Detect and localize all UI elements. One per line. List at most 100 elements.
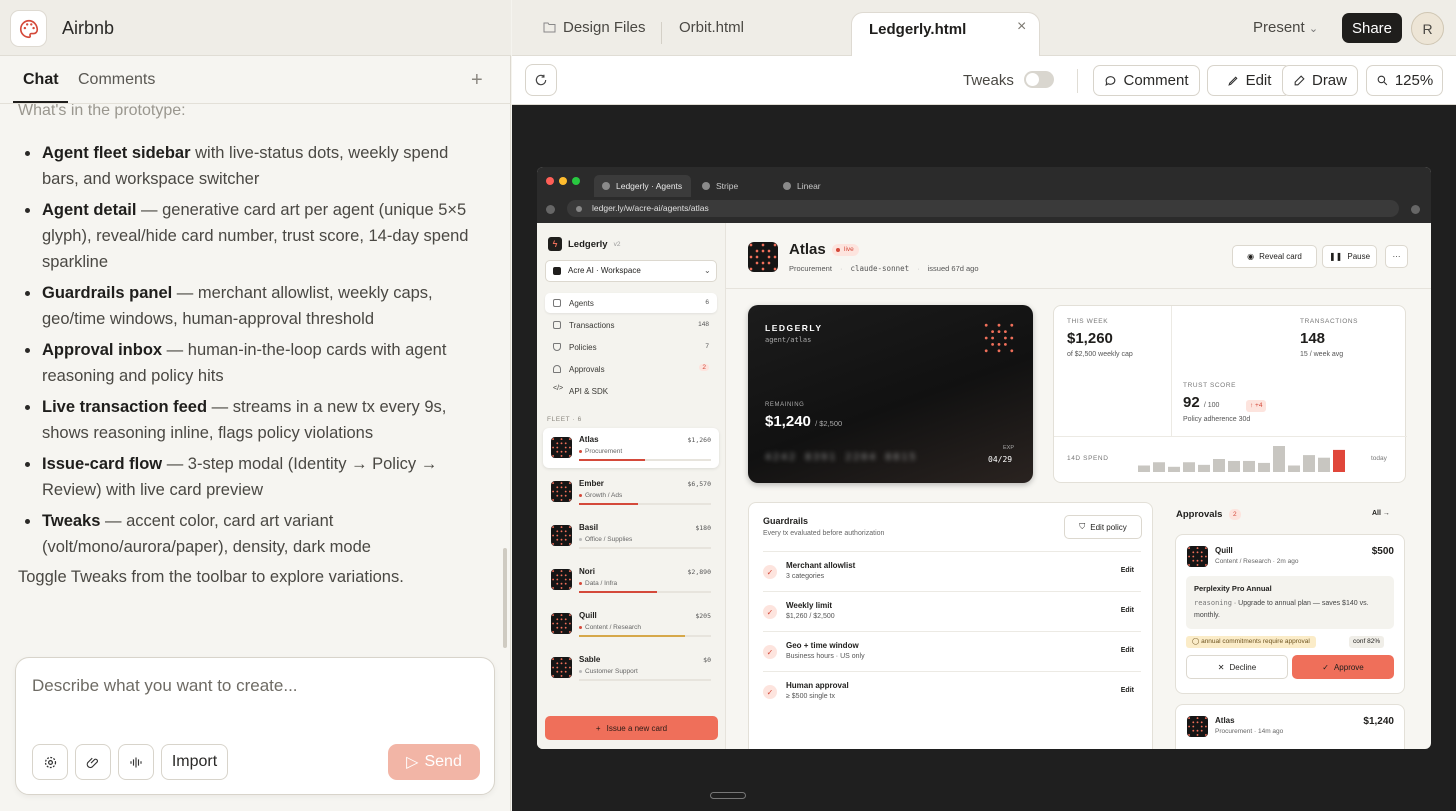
new-tab-plus-icon[interactable]: + [471,69,483,92]
guardrail-edit-link[interactable]: Edit [1121,687,1134,694]
zoom-dot[interactable] [572,177,580,185]
brand-name: Ledgerly [568,238,608,250]
fleet-item-atlas[interactable]: Atlas $1,260 Procurement [543,428,719,468]
fleet-item-sable[interactable]: Sable $0 Customer Support [543,648,719,688]
workspace-switcher[interactable]: Acre AI · Workspace ⌄ [545,260,717,282]
check-icon: ✓ [763,565,777,579]
file-tabs: Design Files Orbit.html Ledgerly.html × … [512,0,1456,57]
browser-tab-linear[interactable]: Linear [783,175,821,197]
edit-button[interactable]: Edit [1207,65,1291,96]
spend-bar-track [579,635,711,637]
guardrails-title: Guardrails [763,516,809,526]
status-dot [579,670,582,673]
tab-label: Ledgerly.html [869,21,967,38]
fleet-agent-category: Content / Research [579,624,641,631]
prompt-input[interactable] [32,676,472,696]
tab-orbit[interactable]: Orbit.html [679,19,744,36]
composer: Import ▷ Send [15,657,495,795]
spend-bar-fill [579,459,645,461]
agent-glyph [551,525,572,546]
fleet-agent-spend: $1,260 [687,436,711,444]
avatar[interactable]: R [1411,12,1444,45]
check-icon: ✓ [763,685,777,699]
browser-tab-stripe[interactable]: Stripe [702,175,738,197]
edit-label: Edit [1245,72,1272,89]
attach-button[interactable] [75,744,111,780]
sidebar-item-agents[interactable]: Agents 6 [545,293,717,313]
close-icon[interactable]: × [1017,18,1026,36]
toggle-knob [1026,73,1039,86]
guardrail-edit-link[interactable]: Edit [1121,567,1134,574]
panel-tabs: Chat Comments + [0,56,511,104]
issue-card-button[interactable]: + Issue a new card [545,716,718,740]
tx-value: 148 [1300,330,1326,347]
spend-bar [1288,465,1300,472]
send-icon: ▷ [406,754,419,771]
decline-button[interactable]: ✕ Decline [1186,655,1288,679]
favicon [602,182,610,190]
browser-tab-ledgerly[interactable]: Ledgerly · Agents [594,175,691,197]
extension-icon[interactable] [1411,205,1420,214]
tweaks-toggle[interactable] [1024,71,1054,88]
agent-glyph [551,657,572,678]
more-button[interactable]: ··· [1385,245,1408,268]
list-item: Agent fleet sidebar with live-status dot… [18,140,488,192]
chat-messages[interactable]: What's in the prototype: Agent fleet sid… [0,104,511,644]
close-dot[interactable] [546,177,554,185]
sidebar-item-policies[interactable]: Policies 7 [545,337,717,357]
nav-count: 148 [698,321,709,328]
approval-agent: Atlas [1215,716,1235,725]
check-icon: ✓ [1322,662,1329,672]
reload-icon [535,74,547,86]
fleet-item-basil[interactable]: Basil $180 Office / Supplies [543,516,719,556]
palette-icon[interactable] [10,10,47,47]
guardrail-edit-link[interactable]: Edit [1121,607,1134,614]
url-bar[interactable]: ledger.ly/w/acre-ai/agents/atlas [567,200,1399,217]
fleet-item-ember[interactable]: Ember $6,570 Growth / Ads [543,472,719,512]
spend-bar [1153,462,1165,472]
present-button[interactable]: Present ⌄ [1253,19,1318,36]
approve-button[interactable]: ✓ Approve [1292,655,1394,679]
reload-button[interactable] [525,64,557,96]
fleet-item-nori[interactable]: Nori $2,890 Data / Infra [543,560,719,600]
guardrail-edit-link[interactable]: Edit [1121,647,1134,654]
sidebar-item-approvals[interactable]: Approvals 2 [545,359,717,379]
send-button[interactable]: ▷ Send [388,744,480,780]
voice-button[interactable] [118,744,154,780]
zoom-button[interactable]: 125% [1366,65,1443,96]
app-sidebar: ϟ Ledgerly v2 Acre AI · Workspace ⌄ Agen… [537,223,726,749]
agent-name: Atlas [789,241,826,258]
edit-policy-button[interactable]: ⛉ Edit policy [1064,515,1142,539]
reveal-card-button[interactable]: ◉ Reveal card [1232,245,1317,268]
chat-scrollbar[interactable] [503,548,507,648]
tab-comments[interactable]: Comments [78,71,155,89]
minimize-dot[interactable] [559,177,567,185]
policy-hit-badge: ◯ annual commitments require approval [1186,636,1316,648]
folder-icon [543,22,556,33]
category-label: Procurement [585,448,623,455]
back-icon[interactable] [546,205,555,214]
draw-button[interactable]: Draw [1282,65,1358,96]
sidebar-item-transactions[interactable]: Transactions 148 [545,315,717,335]
import-button[interactable]: Import [161,744,228,780]
settings-button[interactable] [32,744,68,780]
category-label: Customer Support [585,668,638,675]
trust-max: / 100 [1203,402,1220,409]
agent-issued: issued 67d ago [927,264,979,273]
tab-ledgerly[interactable]: Ledgerly.html × [851,12,1040,57]
tab-design-files[interactable]: Design Files [543,19,646,36]
approvals-all-link[interactable]: All → [1372,510,1390,517]
approval-reasoning: Perplexity Pro Annual reasoning · Upgrad… [1186,576,1394,629]
reasoning-title: Perplexity Pro Annual [1194,584,1272,593]
check-icon: ✓ [763,645,777,659]
nav-count: 7 [705,343,709,350]
fleet-item-quill[interactable]: Quill $205 Content / Research [543,604,719,644]
comment-button[interactable]: Comment [1093,65,1200,96]
sidebar-item-api[interactable]: </> API & SDK [545,381,717,401]
fleet-agent-spend: $205 [695,612,711,620]
fleet-agent-name: Nori [579,567,595,576]
pause-button[interactable]: ❚❚ Pause [1322,245,1377,268]
share-button[interactable]: Share [1342,13,1402,43]
tab-chat[interactable]: Chat [23,71,59,89]
tweaks-label: Tweaks [963,72,1014,89]
